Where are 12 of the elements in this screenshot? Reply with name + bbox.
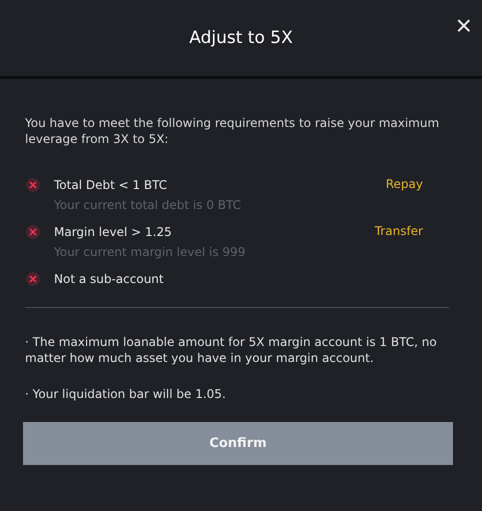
requirement-label: Margin level > 1.25: [54, 224, 173, 240]
requirement-detail: Your current margin level is 999: [54, 244, 246, 260]
dialog-title: Adjust to 5X: [189, 28, 293, 48]
requirement-label: Total Debt < 1 BTC: [54, 177, 168, 193]
close-button[interactable]: ×: [456, 14, 472, 38]
note-text: · The maximum loanable amount for 5X margin account is 1 BTC, no matter how much asset you have in your margin account.: [25, 334, 438, 366]
intro-text: You have to meet the following requirements to raise your maximum leverage from 3X to 5X:: [25, 115, 440, 147]
requirement-label: Not a sub-account: [54, 271, 165, 287]
requirement-detail: Your current total debt is 0 BTC: [54, 197, 242, 213]
note-text: · Your liquidation bar will be 1.05.: [25, 386, 227, 402]
action-link[interactable]: Transfer: [374, 224, 423, 238]
action-link[interactable]: Repay: [386, 177, 423, 191]
